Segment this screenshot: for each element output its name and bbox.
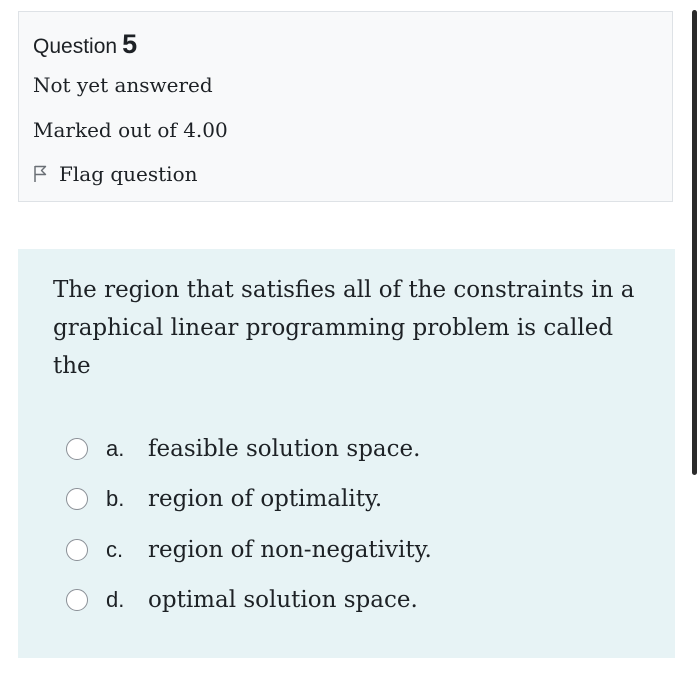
answer-option-c[interactable]: c. region of non-negativity. [66, 530, 432, 570]
answer-letter: c. [106, 537, 124, 562]
scrollbar[interactable] [692, 10, 697, 475]
question-number: 5 [122, 29, 138, 59]
radio-unchecked-icon[interactable] [66, 438, 88, 460]
question-grade: Marked out of 4.00 [33, 118, 228, 142]
flag-question-link[interactable]: Flag question [33, 162, 198, 186]
answer-letter: b. [106, 486, 125, 511]
answer-option-d[interactable]: d. optimal solution space. [66, 580, 418, 620]
answer-option-b[interactable]: b. region of optimality. [66, 479, 382, 519]
question-title: Question 5 [33, 29, 137, 60]
question-info-panel: Question 5 Not yet answered Marked out of… [18, 11, 673, 202]
radio-unchecked-icon[interactable] [66, 589, 88, 611]
answer-text: optimal solution space. [148, 587, 418, 613]
radio-unchecked-icon[interactable] [66, 488, 88, 510]
question-prompt: The region that satisfies all of the con… [53, 277, 635, 379]
flag-question-label: Flag question [59, 162, 198, 186]
answer-text: feasible solution space. [148, 436, 421, 462]
answer-letter: a. [106, 436, 125, 461]
answer-option-a[interactable]: a. feasible solution space. [66, 429, 420, 469]
answer-letter: d. [106, 587, 125, 612]
answer-text: region of non-negativity. [148, 537, 432, 563]
answer-text: region of optimality. [148, 486, 383, 512]
question-state: Not yet answered [33, 73, 213, 97]
flag-icon [34, 165, 47, 182]
question-content: The region that satisfies all of the con… [18, 249, 675, 658]
radio-unchecked-icon[interactable] [66, 539, 88, 561]
question-label: Question [33, 35, 118, 58]
